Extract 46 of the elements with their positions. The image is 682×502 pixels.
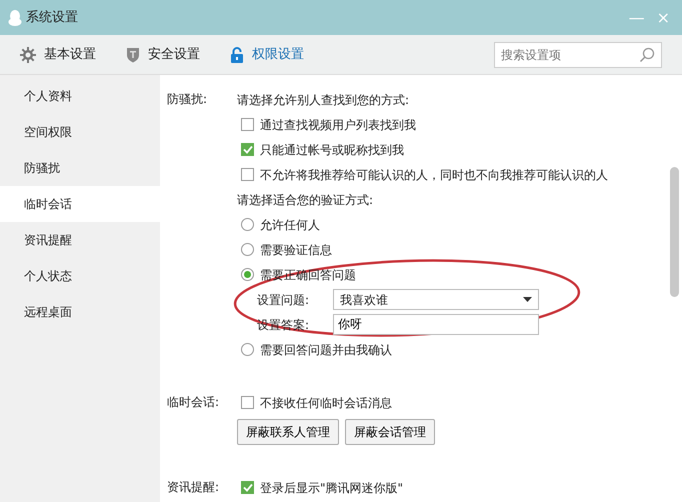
checkbox-label: 不允许将我推荐给可能认识的人，同时也不向我推荐可能认识的人 [260, 166, 608, 184]
shield-icon [126, 46, 140, 62]
radio-label: 需要回答问题并由我确认 [260, 342, 392, 358]
checkbox-label: 只能通过帐号或昵称找到我 [260, 142, 404, 158]
radio-button[interactable] [241, 268, 254, 281]
checkbox[interactable] [241, 168, 254, 181]
checkbox-label: 不接收任何临时会话消息 [260, 394, 392, 412]
manage-button[interactable]: 屏蔽联系人管理 [237, 419, 339, 445]
radio-label: 允许任何人 [260, 216, 320, 234]
sidebar-item[interactable]: 临时会话 [0, 186, 160, 222]
settings-tab[interactable]: 权限设置 [230, 44, 304, 64]
sidebar-item[interactable]: 个人状态 [0, 258, 160, 294]
checkbox[interactable] [241, 118, 254, 131]
section-label: 资讯提醒: [167, 479, 220, 496]
caret-icon [523, 297, 532, 302]
settings-tab[interactable]: 安全设置 [126, 44, 200, 64]
radio-label: 需要验证信息 [260, 242, 332, 258]
sidebar-item[interactable]: 防骚扰 [0, 150, 160, 186]
option-heading: 请选择适合您的验证方式: [237, 192, 374, 208]
gear-icon [20, 46, 36, 62]
field-label: 设置问题: [256, 292, 310, 308]
radio-button[interactable] [241, 218, 254, 231]
dropdown[interactable]: 我喜欢谁 [333, 289, 539, 310]
sidebar-item[interactable]: 空间权限 [0, 114, 160, 150]
checkbox-label: 通过查找视频用户列表找到我 [260, 116, 416, 134]
scrollbar-thumb[interactable] [670, 167, 679, 297]
radio-button[interactable] [241, 343, 254, 356]
radio-button[interactable] [241, 243, 254, 256]
checkbox[interactable] [241, 481, 254, 494]
sidebar-item[interactable]: 远程桌面 [0, 294, 160, 330]
settings-tab[interactable]: 基本设置 [20, 44, 96, 64]
sidebar-item[interactable]: 个人资料 [0, 78, 160, 114]
section-label: 临时会话: [167, 394, 220, 411]
section-label: 防骚扰: [167, 91, 208, 108]
checkbox[interactable] [241, 143, 254, 156]
sidebar-item[interactable]: 资讯提醒 [0, 222, 160, 258]
penguin-icon [8, 10, 22, 26]
window-title: 系统设置 [26, 8, 78, 27]
padlock-icon [230, 46, 244, 62]
checkbox[interactable] [241, 396, 254, 409]
search-icon [639, 46, 655, 62]
text-field[interactable]: 你呀 [333, 314, 539, 335]
checkbox-label: 登录后显示"腾讯网迷你版" [260, 480, 404, 496]
manage-button[interactable]: 屏蔽会话管理 [345, 419, 435, 445]
search-field[interactable]: 搜索设置项 [494, 42, 662, 68]
option-heading: 请选择允许别人查找到您的方式: [237, 92, 410, 108]
